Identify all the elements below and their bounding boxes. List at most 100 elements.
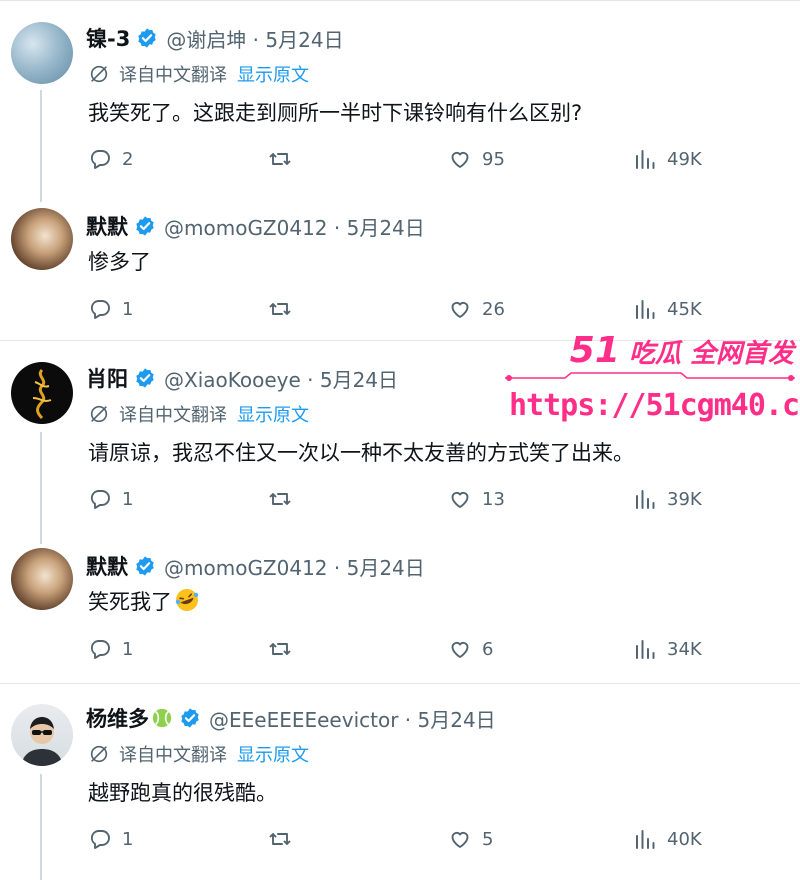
translation-row: 译自中文翻译 显示原文 — [88, 401, 309, 427]
tweet-actions: 2 95 49K — [88, 145, 708, 173]
reply-button[interactable]: 1 — [88, 295, 133, 323]
like-icon — [451, 491, 469, 508]
reply-icon — [90, 490, 110, 509]
retweet-icon — [269, 153, 291, 165]
translation-row: 译自中文翻译 显示原文 — [88, 61, 309, 87]
verified-badge-icon — [181, 708, 199, 728]
handle-and-date[interactable]: @EEeEEEEeevictor · 5月24日 — [209, 704, 496, 733]
translated-label: 译自中文翻译 — [119, 405, 227, 426]
like-icon — [451, 151, 469, 168]
retweet-icon — [269, 643, 291, 655]
avatar[interactable] — [11, 548, 73, 610]
avatar[interactable] — [11, 362, 73, 424]
view-count: 34K — [667, 638, 702, 660]
show-original-link[interactable]: 显示原文 — [237, 61, 309, 87]
retweet-icon — [269, 303, 291, 315]
reply-button[interactable]: 1 — [88, 485, 133, 513]
like-icon — [451, 301, 469, 318]
tweet-header: 肖阳 @XiaoKooeye · 5月24日 — [86, 363, 398, 393]
retweet-button[interactable] — [268, 295, 302, 323]
circuit-decoration — [505, 372, 795, 381]
views-button[interactable]: 39K — [633, 485, 702, 513]
views-icon — [636, 150, 655, 169]
display-name[interactable]: 镍-3 — [86, 23, 130, 53]
tweet-text: 惨多了 — [88, 250, 151, 274]
thread-separator — [0, 683, 800, 684]
reply-icon — [90, 830, 110, 849]
views-icon — [636, 300, 655, 319]
watermark-brand: 51 吃瓜 全网首发 — [570, 330, 794, 371]
avatar-graphic — [32, 368, 52, 420]
tweet-text: 越野跑真的很残酷。 — [88, 781, 277, 805]
thread-connector-line — [40, 774, 42, 880]
like-icon — [451, 831, 469, 848]
reply-count: 2 — [122, 148, 134, 170]
like-count: 13 — [482, 488, 505, 510]
thread-connector-line — [40, 432, 42, 544]
views-button[interactable]: 34K — [633, 635, 702, 663]
reply-count: 1 — [122, 488, 134, 510]
views-icon — [636, 640, 655, 659]
views-button[interactable]: 40K — [633, 825, 702, 853]
display-name[interactable]: 默默 — [86, 551, 128, 581]
like-button[interactable]: 13 — [448, 485, 505, 513]
view-count: 40K — [667, 828, 702, 850]
tweet-header: 默默 @momoGZ0412 · 5月24日 — [86, 551, 425, 581]
reply-count: 1 — [122, 298, 134, 320]
handle-and-date[interactable]: @momoGZ0412 · 5月24日 — [164, 552, 425, 581]
like-button[interactable]: 26 — [448, 295, 505, 323]
handle-and-date[interactable]: @momoGZ0412 · 5月24日 — [164, 212, 425, 241]
retweet-button[interactable] — [268, 825, 302, 853]
display-name[interactable]: 肖阳 — [86, 363, 128, 393]
watermark-overlay: 51 吃瓜 全网首发 https://51cgm40.com — [505, 330, 800, 430]
display-name[interactable]: 默默 — [86, 211, 128, 241]
view-count: 49K — [667, 148, 702, 170]
retweet-button[interactable] — [268, 145, 302, 173]
tweet-actions: 1 6 34K — [88, 635, 708, 663]
like-button[interactable]: 5 — [448, 825, 493, 853]
like-count: 95 — [482, 148, 505, 170]
tennis-ball-icon — [152, 708, 172, 728]
like-count: 26 — [482, 298, 505, 320]
show-original-link[interactable]: 显示原文 — [237, 741, 309, 767]
tweet-text: 请原谅，我忍不住又一次以一种不太友善的方式笑了出来。 — [88, 441, 634, 465]
reply-icon — [90, 640, 110, 659]
avatar[interactable] — [11, 704, 73, 766]
handle-and-date[interactable]: @XiaoKooeye · 5月24日 — [164, 364, 398, 393]
translate-icon — [90, 745, 108, 763]
reply-icon — [90, 150, 110, 169]
tweet-header: 默默 @momoGZ0412 · 5月24日 — [86, 211, 425, 241]
reply-button[interactable]: 2 — [88, 145, 133, 173]
reply-count: 1 — [122, 638, 134, 660]
like-button[interactable]: 95 — [448, 145, 505, 173]
reply-button[interactable]: 1 — [88, 825, 133, 853]
like-button[interactable]: 6 — [448, 635, 493, 663]
avatar[interactable] — [11, 208, 73, 270]
retweet-button[interactable] — [268, 635, 302, 663]
retweet-button[interactable] — [268, 485, 302, 513]
reply-button[interactable]: 1 — [88, 635, 133, 663]
like-count: 5 — [482, 828, 494, 850]
tweet-actions: 1 13 39K — [88, 485, 708, 513]
translated-label: 译自中文翻译 — [119, 65, 227, 86]
tweet-text-content: 笑死我了 — [88, 590, 172, 614]
watermark-brand-number: 51 — [569, 330, 620, 371]
translate-icon — [90, 65, 108, 83]
verified-badge-icon — [136, 368, 154, 388]
views-button[interactable]: 49K — [633, 145, 702, 173]
view-count: 45K — [667, 298, 702, 320]
handle-and-date[interactable]: @谢启坤 · 5月24日 — [166, 24, 343, 53]
verified-badge-icon — [136, 216, 154, 236]
reply-count: 1 — [122, 828, 134, 850]
views-button[interactable]: 45K — [633, 295, 702, 323]
view-count: 39K — [667, 488, 702, 510]
tweet-text: 笑死我了 — [88, 586, 200, 616]
tweet-header: 镍-3 @谢启坤 · 5月24日 — [86, 23, 344, 53]
avatar[interactable] — [11, 22, 73, 84]
verified-badge-icon — [136, 556, 154, 576]
display-name[interactable]: 杨维多 — [86, 703, 149, 733]
watermark-brand-text: 吃瓜 全网首发 — [628, 339, 794, 369]
translated-label: 译自中文翻译 — [119, 745, 227, 766]
show-original-link[interactable]: 显示原文 — [237, 401, 309, 427]
translation-row: 译自中文翻译 显示原文 — [88, 741, 309, 767]
